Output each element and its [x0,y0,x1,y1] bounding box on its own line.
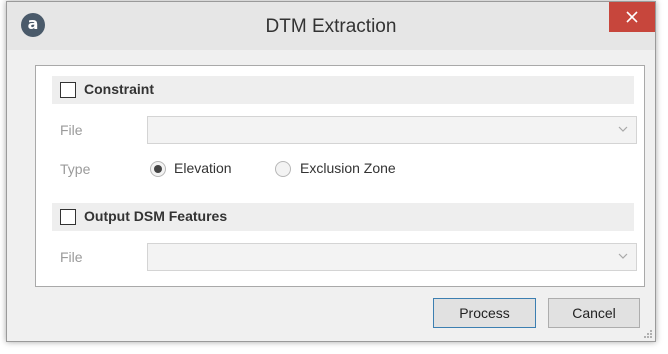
elevation-radio[interactable] [150,161,166,177]
output-dsm-file-label: File [60,249,83,265]
chevron-down-icon [618,126,628,132]
elevation-radio-label[interactable]: Elevation [174,160,232,176]
output-dsm-checkbox[interactable] [60,209,76,225]
constraint-file-dropdown[interactable] [147,116,637,144]
output-dsm-file-dropdown[interactable] [147,243,637,271]
options-panel: Constraint File Type Elevation Exclusion… [35,65,645,287]
title-bar[interactable]: a DTM Extraction [7,2,655,50]
type-radio-group: Elevation Exclusion Zone [150,160,396,177]
resize-grip-icon[interactable] [643,329,653,339]
constraint-label: Constraint [84,81,154,97]
close-icon [626,11,638,23]
window-title: DTM Extraction [265,16,397,37]
constraint-section-header: Constraint [52,76,634,104]
constraint-file-label: File [60,122,83,138]
output-dsm-section-header: Output DSM Features [52,203,634,231]
chevron-down-icon [618,253,628,259]
constraint-checkbox[interactable] [60,82,76,98]
process-button[interactable]: Process [433,298,536,328]
constraint-type-label: Type [60,161,91,177]
output-dsm-label: Output DSM Features [84,208,228,224]
exclusion-zone-radio-label[interactable]: Exclusion Zone [300,160,396,176]
close-button[interactable] [609,2,655,32]
radio-selected-dot [154,165,162,173]
cancel-button[interactable]: Cancel [548,298,640,328]
dtm-extraction-dialog: a DTM Extraction Constraint File Type El… [6,1,656,342]
exclusion-zone-radio[interactable] [275,161,291,177]
